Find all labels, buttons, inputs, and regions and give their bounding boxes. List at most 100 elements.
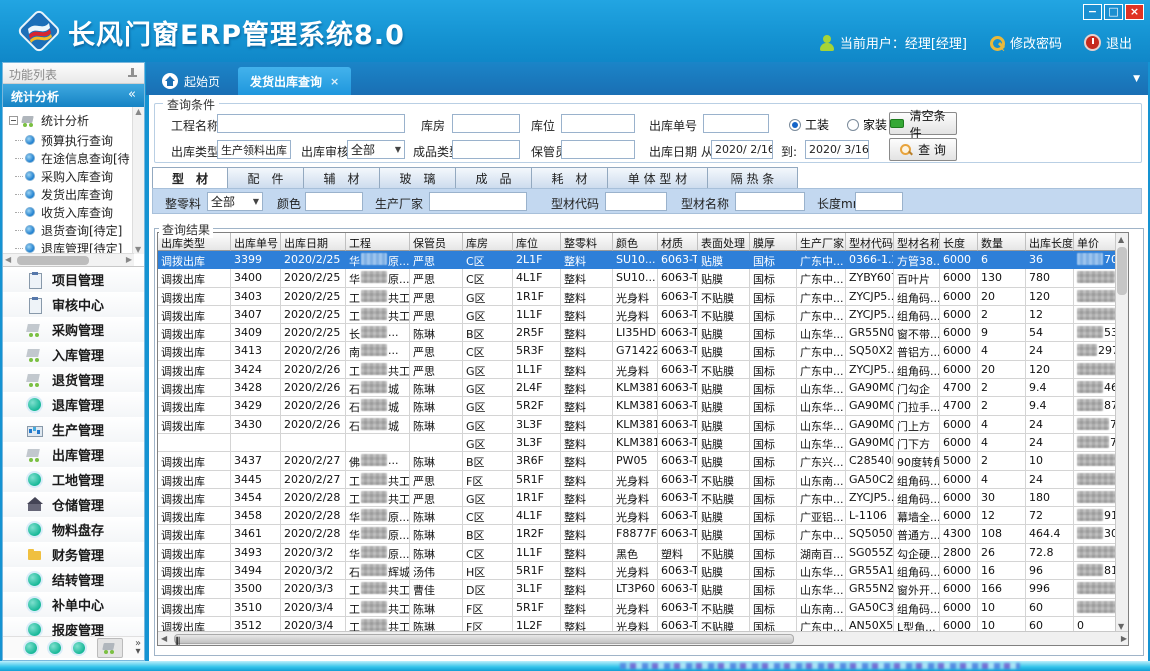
- material-tab-4[interactable]: 玻 璃: [380, 167, 456, 189]
- logout-button[interactable]: 退出: [1084, 33, 1132, 52]
- material-tab-8[interactable]: 隔 热 条: [708, 167, 798, 189]
- stats-group-header[interactable]: 统计分析 «: [3, 84, 144, 107]
- order-no-input[interactable]: [703, 114, 769, 133]
- expander-icon[interactable]: [9, 116, 18, 125]
- material-tab-3[interactable]: 辅 材: [304, 167, 380, 189]
- table-row[interactable]: 调拨出库34942020/3/2石辉城汤伟H区5R1F整料光身料6063-T5贴…: [158, 562, 1128, 580]
- table-row[interactable]: 调拨出库34242020/2/26工共工程严思G区1L1F整料光身料6063-T…: [158, 361, 1128, 379]
- sidebar-item-1[interactable]: 项目管理: [3, 267, 144, 292]
- material-tab-6[interactable]: 耗 材: [532, 167, 608, 189]
- scroll-down-icon[interactable]: ▼: [1118, 622, 1124, 631]
- sidebar-item-6[interactable]: 退库管理: [3, 392, 144, 417]
- color-input[interactable]: [305, 192, 363, 211]
- table-row[interactable]: 调拨出库34132020/2/26南...严思C区5R3F整料G71422606…: [158, 342, 1128, 360]
- column-header[interactable]: 膜厚: [750, 233, 797, 251]
- column-header[interactable]: 长度: [940, 233, 978, 251]
- code-input[interactable]: [605, 192, 667, 211]
- table-row[interactable]: 调拨出库34282020/2/26石城陈琳G区2L4F整料KLM38176063…: [158, 379, 1128, 397]
- sidebar-item-14[interactable]: 补单中心: [3, 592, 144, 617]
- tree-item[interactable]: 采购入库查询: [3, 167, 144, 185]
- sidebar-item-2[interactable]: 审核中心: [3, 292, 144, 317]
- column-header[interactable]: 数量: [978, 233, 1026, 251]
- factory-input[interactable]: [429, 192, 527, 211]
- table-row[interactable]: 调拨出库34002020/2/25华原...严思C区4L1F整料SU10...6…: [158, 269, 1128, 287]
- tree-item[interactable]: 预算执行查询: [3, 131, 144, 149]
- location-input[interactable]: [561, 114, 635, 133]
- column-header[interactable]: 型材代码: [846, 233, 894, 251]
- tab-close-icon[interactable]: ×: [330, 75, 339, 88]
- tree-item[interactable]: 发货出库查询: [3, 185, 144, 203]
- sidebar-item-8[interactable]: 出库管理: [3, 442, 144, 467]
- name-input[interactable]: [735, 192, 805, 211]
- scrollbar-thumb[interactable]: [1117, 247, 1127, 295]
- material-tab-1[interactable]: 型 材: [152, 167, 228, 189]
- tab-home[interactable]: 起始页: [150, 67, 232, 95]
- keeper-input[interactable]: [561, 140, 635, 159]
- column-header[interactable]: 表面处理: [698, 233, 750, 251]
- table-row[interactable]: 调拨出库33992020/2/25华原...严思C区2L1F整料SU10...6…: [158, 251, 1128, 269]
- table-row[interactable]: 调拨出库34612020/2/28华原...陈琳B区1R2F整料F8877FT6…: [158, 525, 1128, 543]
- column-header[interactable]: 库房: [463, 233, 513, 251]
- collapse-icon[interactable]: «: [128, 87, 136, 102]
- scroll-down-icon[interactable]: ▼: [135, 245, 141, 254]
- column-header[interactable]: 出库长度: [1026, 233, 1074, 251]
- tree-item[interactable]: 退货查询[待定]: [3, 221, 144, 239]
- tab-shipping-query[interactable]: 发货出库查询 ×: [238, 67, 351, 95]
- column-header[interactable]: 型材名称: [894, 233, 940, 251]
- pin-icon[interactable]: [128, 68, 137, 78]
- date-to-select[interactable]: 2020/ 3/16▼: [805, 140, 869, 159]
- column-header[interactable]: 颜色: [613, 233, 658, 251]
- overflow-chevron[interactable]: »▾: [135, 640, 141, 656]
- scrollbar-thumb[interactable]: ⦀: [174, 634, 794, 644]
- table-row[interactable]: 调拨出库35002020/3/3工共工程曹佳D区3L1F整料LT3P606063…: [158, 580, 1128, 598]
- cart-shortcut-button[interactable]: [97, 638, 123, 658]
- column-header[interactable]: 出库单号: [231, 233, 281, 251]
- column-header[interactable]: 工程: [346, 233, 410, 251]
- scrollbar-thumb[interactable]: [17, 256, 89, 265]
- scroll-right-icon[interactable]: ▶: [1121, 634, 1127, 643]
- sidebar-item-10[interactable]: 仓储管理: [3, 492, 144, 517]
- audit-select[interactable]: 全部▼: [347, 140, 405, 159]
- grid-horizontal-scrollbar[interactable]: ◀ ⦀ ▶: [158, 631, 1129, 645]
- product-type-input[interactable]: [452, 140, 520, 159]
- green-dot-icon[interactable]: [73, 642, 85, 654]
- close-button[interactable]: ×: [1125, 4, 1144, 20]
- column-header[interactable]: 整零料: [561, 233, 613, 251]
- green-dot-icon[interactable]: [49, 642, 61, 654]
- table-row[interactable]: 调拨出库34932020/3/2华原...陈琳C区1L1F整料黑色塑料不贴膜国标…: [158, 544, 1128, 562]
- tree-horizontal-scrollbar[interactable]: ◀ ▶: [3, 253, 134, 266]
- sidebar-item-13[interactable]: 结转管理: [3, 567, 144, 592]
- table-row[interactable]: 调拨出库34582020/2/28华原...陈琳C区4L1F整料光身料6063-…: [158, 507, 1128, 525]
- tree-item[interactable]: 收货入库查询: [3, 203, 144, 221]
- green-dot-icon[interactable]: [25, 642, 37, 654]
- column-header[interactable]: 保管员: [410, 233, 463, 251]
- column-header[interactable]: 出库日期: [281, 233, 346, 251]
- scroll-up-icon[interactable]: ▲: [1118, 235, 1124, 244]
- table-row[interactable]: 调拨出库34092020/2/25长...陈琳B区2R5F整料LI35HD606…: [158, 324, 1128, 342]
- table-row[interactable]: 调拨出库34032020/2/25工共工程严思G区1R1F整料光身料6063-T…: [158, 288, 1128, 306]
- scroll-right-icon[interactable]: ▶: [126, 255, 132, 264]
- tree-item[interactable]: 在途信息查询[待: [3, 149, 144, 167]
- sidebar-item-9[interactable]: 工地管理: [3, 467, 144, 492]
- sidebar-item-3[interactable]: 采购管理: [3, 317, 144, 342]
- column-header[interactable]: 生产厂家: [797, 233, 846, 251]
- scroll-left-icon[interactable]: ◀: [161, 634, 167, 643]
- project-name-input[interactable]: [217, 114, 405, 133]
- radio-gongzhuang[interactable]: 工装: [789, 116, 829, 133]
- table-row[interactable]: 调拨出库34372020/2/27佛...陈琳B区3R6F整料PW056063-…: [158, 452, 1128, 470]
- maximize-button[interactable]: □: [1104, 4, 1123, 20]
- material-tab-5[interactable]: 成 品: [456, 167, 532, 189]
- table-row[interactable]: 调拨出库34292020/2/26石城陈琳G区5R2F整料KLM38176063…: [158, 397, 1128, 415]
- sidebar-item-12[interactable]: 财务管理: [3, 542, 144, 567]
- minimize-button[interactable]: −: [1083, 4, 1102, 20]
- sidebar-item-4[interactable]: 入库管理: [3, 342, 144, 367]
- search-button[interactable]: 查 询: [889, 138, 957, 161]
- table-row[interactable]: 调拨出库34452020/2/27工共工程严思F区5R1F整料光身料6063-T…: [158, 471, 1128, 489]
- change-password-button[interactable]: 修改密码: [989, 33, 1062, 52]
- sidebar-item-7[interactable]: 生产管理: [3, 417, 144, 442]
- clear-conditions-button[interactable]: 清空条件: [889, 112, 957, 135]
- table-row[interactable]: 调拨出库34542020/2/28工共工程严思G区1R1F整料光身料6063-T…: [158, 489, 1128, 507]
- table-row[interactable]: 调拨出库34072020/2/25工共工程严思G区1L1F整料光身料6063-T…: [158, 306, 1128, 324]
- radio-jiazhuang[interactable]: 家装: [847, 116, 887, 133]
- table-row[interactable]: 调拨出库35102020/3/4工共工程陈琳F区5R1F整料光身料6063-T5…: [158, 599, 1128, 617]
